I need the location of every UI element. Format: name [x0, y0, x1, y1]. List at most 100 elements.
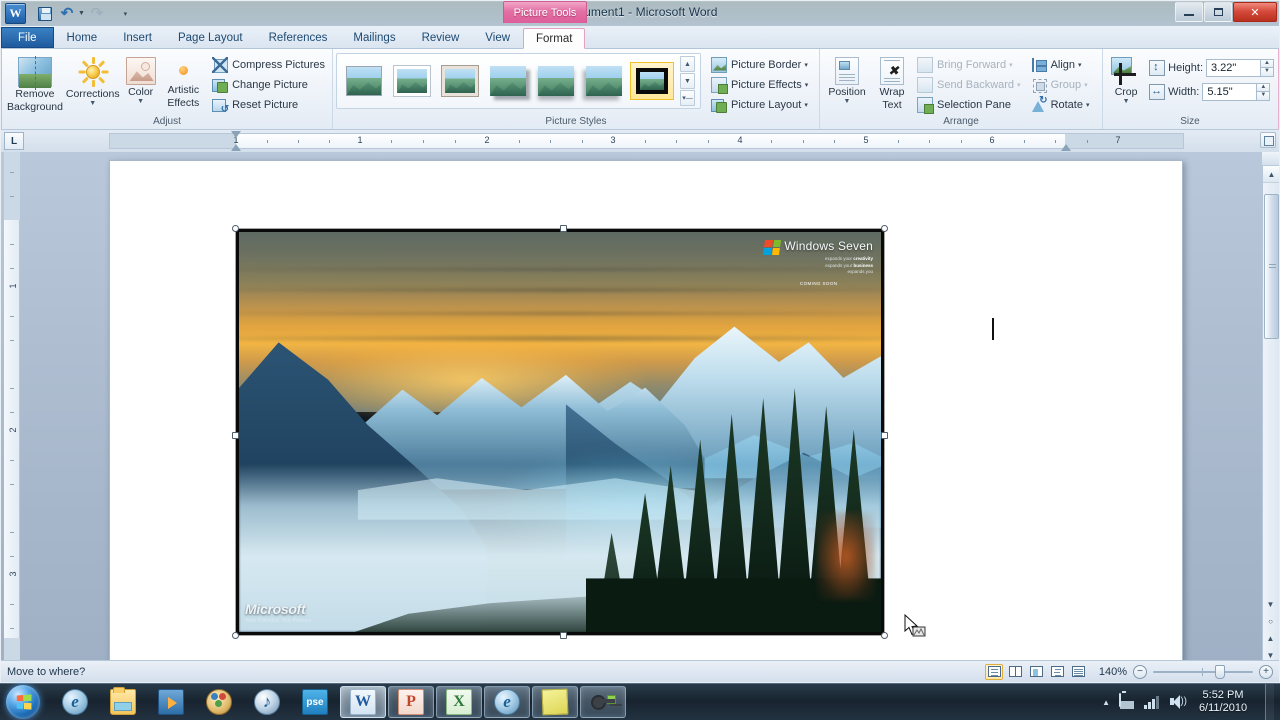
zoom-slider-handle[interactable] — [1215, 664, 1225, 679]
group-button[interactable]: Group ▾ — [1027, 75, 1094, 94]
resize-handle-w[interactable] — [232, 432, 239, 439]
resize-handle-e[interactable] — [881, 432, 888, 439]
show-hidden-icons-icon[interactable]: ▲ — [1102, 698, 1110, 707]
zoom-in-button[interactable]: + — [1259, 664, 1273, 679]
picture-style-thumb-6[interactable] — [582, 62, 626, 100]
compress-pictures-button[interactable]: Compress Pictures — [208, 55, 329, 74]
browse-previous-icon[interactable]: ▲ — [1262, 630, 1279, 647]
clock[interactable]: 5:52 PM 6/11/2010 — [1194, 689, 1252, 715]
crop-dropdown-icon[interactable]: ▼ — [1123, 98, 1130, 105]
minimize-button[interactable] — [1175, 2, 1203, 22]
position-dropdown-icon[interactable]: ▼ — [844, 98, 851, 105]
document-page[interactable]: Windows Seven expands your creativity ex… — [109, 160, 1183, 664]
browse-object-controls[interactable]: ▼ ○ ▲ ▼ — [1262, 596, 1279, 664]
scrollbar-thumb[interactable] — [1264, 194, 1279, 339]
split-window-handle[interactable] — [1262, 152, 1279, 166]
picture-styles-gallery[interactable]: ▲ ▼ ▾― — [336, 53, 701, 109]
color-button[interactable]: Color ▼ — [121, 53, 161, 106]
taskbar-item-key-tool[interactable] — [580, 686, 626, 718]
maximize-button[interactable] — [1204, 2, 1232, 22]
tab-file[interactable]: File — [1, 27, 54, 48]
tab-page-layout[interactable]: Page Layout — [165, 27, 256, 48]
view-buttons[interactable] — [985, 663, 1087, 680]
picture-style-thumb-3[interactable] — [438, 62, 482, 100]
picture-border-dropdown-icon[interactable]: ▾ — [804, 61, 808, 69]
hanging-indent-marker[interactable] — [231, 144, 241, 151]
height-spin-buttons[interactable]: ▲ ▼ — [1260, 58, 1274, 77]
selected-picture[interactable]: Windows Seven expands your creativity ex… — [232, 225, 888, 639]
picture-style-thumb-5[interactable] — [534, 62, 578, 100]
align-button[interactable]: Align ▾ — [1027, 55, 1094, 74]
ribbon-tab-strip[interactable]: File Home Insert Page Layout References … — [1, 27, 1279, 49]
tab-home[interactable]: Home — [54, 27, 111, 48]
taskbar-item-media-player[interactable] — [148, 686, 194, 718]
height-input[interactable]: 3.22" — [1206, 58, 1260, 77]
tab-view[interactable]: View — [472, 27, 523, 48]
taskbar-item-photoshop-elements[interactable] — [292, 686, 338, 718]
scroll-up-button[interactable]: ▲ — [1263, 166, 1279, 183]
show-desktop-button[interactable] — [1265, 683, 1274, 720]
height-stepper[interactable]: 3.22" ▲ ▼ — [1206, 58, 1274, 77]
width-spin-down-icon[interactable]: ▼ — [1256, 91, 1271, 101]
gallery-scroll-up-icon[interactable]: ▲ — [680, 56, 695, 72]
first-line-indent-marker[interactable] — [231, 131, 241, 138]
view-print-layout-button[interactable] — [985, 663, 1003, 680]
zoom-out-button[interactable]: − — [1133, 664, 1147, 679]
right-indent-marker[interactable] — [1061, 144, 1071, 151]
send-backward-dropdown-icon[interactable]: ▾ — [1017, 81, 1021, 89]
picture-layout-dropdown-icon[interactable]: ▾ — [804, 101, 808, 109]
view-full-screen-reading-button[interactable] — [1006, 664, 1024, 680]
taskbar-items[interactable] — [52, 686, 626, 718]
vertical-scrollbar[interactable]: ▲ ▼ ○ ▲ ▼ — [1262, 152, 1279, 664]
tab-format[interactable]: Format — [523, 28, 586, 49]
resize-handle-n[interactable] — [560, 225, 567, 232]
rotate-button[interactable]: Rotate ▾ — [1027, 95, 1094, 114]
corrections-dropdown-icon[interactable]: ▼ — [89, 100, 96, 107]
selection-pane-button[interactable]: Selection Pane — [913, 95, 1025, 114]
rotate-dropdown-icon[interactable]: ▾ — [1086, 101, 1090, 109]
artistic-effects-button[interactable]: Artistic Effects — [161, 53, 206, 110]
gallery-scroll-down-icon[interactable]: ▼ — [680, 73, 695, 89]
view-outline-button[interactable] — [1048, 664, 1066, 680]
taskbar-item-sticky-notes[interactable] — [532, 686, 578, 718]
align-dropdown-icon[interactable]: ▾ — [1078, 61, 1082, 69]
bring-forward-button[interactable]: Bring Forward ▾ — [913, 55, 1025, 74]
wrap-text-button[interactable]: ✖ Wrap Text — [871, 53, 913, 112]
picture-style-thumb-2[interactable] — [390, 62, 434, 100]
picture-border-button[interactable]: Picture Border ▾ — [707, 55, 812, 74]
width-spin-buttons[interactable]: ▲ ▼ — [1256, 82, 1271, 101]
resize-handle-sw[interactable] — [232, 632, 239, 639]
crop-button[interactable]: Crop ▼ — [1106, 53, 1146, 106]
color-dropdown-icon[interactable]: ▼ — [137, 98, 144, 105]
network-signal-icon[interactable] — [1144, 695, 1160, 709]
remove-background-button[interactable]: Remove Background — [5, 53, 65, 114]
resize-handle-se[interactable] — [881, 632, 888, 639]
volume-icon[interactable]: )) — [1169, 694, 1187, 710]
view-draft-button[interactable] — [1069, 664, 1087, 680]
send-backward-button[interactable]: Send Backward ▾ — [913, 75, 1025, 94]
browse-next-icon[interactable]: ▼ — [1262, 596, 1279, 613]
width-spin-up-icon[interactable]: ▲ — [1256, 82, 1271, 91]
picture-layout-button[interactable]: Picture Layout ▾ — [707, 95, 812, 114]
change-picture-button[interactable]: Change Picture — [208, 75, 329, 94]
taskbar-item-powerpoint[interactable] — [388, 686, 434, 718]
width-input[interactable]: 5.15" — [1202, 82, 1257, 101]
height-spin-down-icon[interactable]: ▼ — [1260, 67, 1274, 77]
system-tray[interactable]: ▲ )) 5:52 PM 6/11/2010 — [1102, 683, 1280, 720]
width-stepper[interactable]: 5.15" ▲ ▼ — [1202, 82, 1271, 101]
bring-forward-dropdown-icon[interactable]: ▾ — [1009, 61, 1013, 69]
window-controls[interactable]: ✕ — [1174, 2, 1277, 22]
zoom-level[interactable]: 140% — [1093, 666, 1127, 678]
start-button[interactable] — [6, 685, 40, 719]
resize-handle-ne[interactable] — [881, 225, 888, 232]
reset-picture-button[interactable]: Reset Picture — [208, 95, 329, 115]
corrections-button[interactable]: Corrections ▼ — [65, 53, 121, 108]
tab-stop-selector[interactable]: L — [4, 132, 24, 150]
gallery-more-icon[interactable]: ▾― — [680, 90, 695, 106]
view-ruler-toggle-button[interactable] — [1260, 132, 1276, 148]
view-web-layout-button[interactable] — [1027, 664, 1045, 680]
taskbar-item-windows-explorer[interactable] — [100, 686, 146, 718]
vertical-ruler[interactable]: 1 2 3 — [4, 152, 20, 664]
picture-effects-button[interactable]: Picture Effects ▾ — [707, 75, 812, 94]
taskbar-item-internet-explorer[interactable] — [52, 686, 98, 718]
